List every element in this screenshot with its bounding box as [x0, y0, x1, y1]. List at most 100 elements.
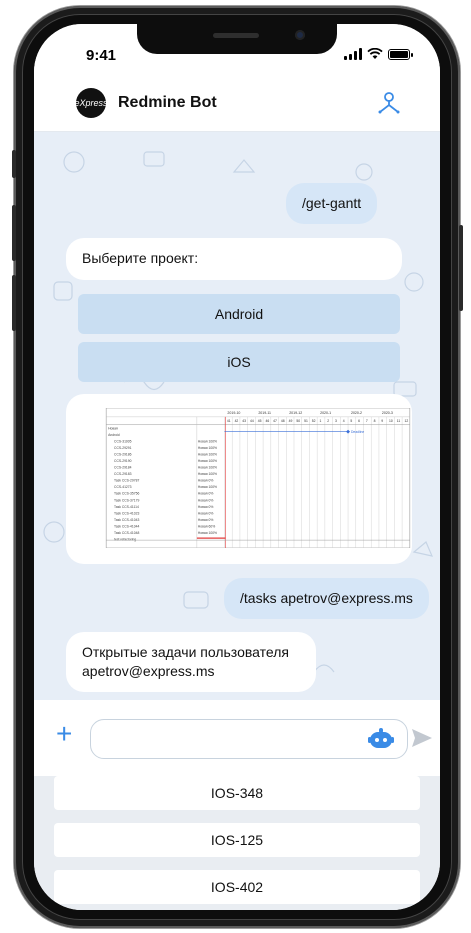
volume-up-button [12, 205, 16, 261]
gantt-task-name: CCS-29184 [114, 466, 132, 470]
gantt-task-status: Новая 0% [198, 498, 213, 502]
battery-icon [388, 49, 413, 60]
message-input[interactable] [90, 719, 408, 759]
gantt-week-label: 9 [381, 419, 383, 423]
volume-down-button [12, 275, 16, 331]
gantt-task-name: Новая [108, 427, 118, 431]
gantt-task-name: CCS-29190 [114, 459, 132, 463]
gantt-week-label: 50 [296, 419, 300, 423]
gantt-week-label: 3 [335, 419, 337, 423]
gantt-task-name: CCS-29183 [114, 472, 132, 476]
gantt-task-name: test refactoring [114, 537, 136, 541]
gantt-task-status: Новая 60% [198, 524, 215, 528]
gantt-task-name: Task CCS-37179 [114, 498, 139, 502]
notch [137, 24, 337, 54]
gantt-task-status: Новая 0% [198, 511, 213, 515]
gantt-week-label: 10 [389, 419, 393, 423]
gantt-week-label: 42 [235, 419, 239, 423]
gantt-task-status: Новая 0% [198, 518, 213, 522]
incoming-message-choose-project: Выберите проект: [66, 238, 402, 280]
bot-face-icon[interactable] [368, 728, 394, 750]
gantt-task-name: CCS-41273 [114, 485, 132, 489]
gantt-week-label: 44 [250, 419, 254, 423]
gantt-task-status: Новая 100% [198, 485, 217, 489]
gantt-task-name: CCS-29291 [114, 446, 132, 450]
gantt-task-status: Новая 0% [198, 492, 213, 496]
chat-header: eXpress Redmine Bot [34, 74, 440, 132]
front-camera [295, 30, 305, 40]
gantt-week-label: 1 [320, 419, 322, 423]
gantt-week-label: 41 [227, 419, 231, 423]
gantt-week-label: 5 [350, 419, 352, 423]
gantt-week-label: 52 [312, 419, 316, 423]
gantt-week-label: 4 [343, 419, 345, 423]
reply-button-ios-348[interactable]: IOS-348 [54, 776, 420, 810]
gantt-month-label: 2020-1 [320, 411, 331, 415]
gantt-week-label: 11 [397, 419, 401, 423]
gantt-month-label: 2020-3 [382, 411, 393, 415]
reply-button-ios-402[interactable]: IOS-402 [54, 870, 420, 904]
gantt-task-status: Новая 100% [198, 440, 217, 444]
gantt-week-label: 43 [242, 419, 246, 423]
gantt-task-name: CCS-31005 [114, 440, 132, 444]
plus-icon[interactable]: + [56, 720, 72, 748]
gantt-month-label: 2019-11 [258, 411, 271, 415]
gantt-task-status: Новая 0% [198, 479, 213, 483]
project-button-ios[interactable]: iOS [78, 342, 400, 382]
gantt-task-status: Новая 100% [198, 453, 217, 457]
outgoing-message-gantt: /get-gantt [286, 183, 378, 224]
gantt-frame [105, 408, 411, 548]
gantt-task-status: Новая 0% [198, 505, 213, 509]
gantt-month-label: 2020-2 [351, 411, 362, 415]
gantt-week-label: 48 [281, 419, 285, 423]
status-time: 9:41 [86, 47, 117, 64]
people-icon[interactable] [376, 90, 402, 116]
gantt-milestone-label: Deadline [351, 430, 364, 434]
gantt-week-label: 12 [404, 419, 408, 423]
gantt-task-name: Task CCS-41048 [114, 531, 139, 535]
gantt-image-message[interactable]: 2019-10 2019-11 2019-12 2020-1 2020-2 2020-3 4… [66, 394, 412, 564]
gantt-task-name: Task CCS-41114 [114, 505, 139, 509]
gantt-task-name: Android [108, 433, 120, 437]
gantt-task-status: Новая 100% [198, 459, 217, 463]
gantt-week-label: 7 [366, 419, 368, 423]
gantt-week-label: 2 [327, 419, 329, 423]
mute-switch [12, 150, 16, 178]
gantt-month-label: 2019-12 [289, 411, 302, 415]
gantt-week-label: 6 [358, 419, 360, 423]
gantt-week-label: 49 [289, 419, 293, 423]
signal-icon [344, 48, 362, 60]
gantt-task-name: Task CCS-29787 [114, 479, 139, 483]
incoming-message-open-tasks: Открытые задачи пользователя apetrov@exp… [66, 632, 316, 692]
gantt-task-name: Task CCS-35756 [114, 492, 139, 496]
gantt-week-label: 8 [374, 419, 376, 423]
gantt-task-name: Task CCS-41043 [114, 518, 139, 522]
gantt-week-label: 51 [304, 419, 308, 423]
chat-title[interactable]: Redmine Bot [118, 94, 217, 112]
gantt-task-status: Новая 100% [198, 466, 217, 470]
project-button-android[interactable]: Android [78, 294, 400, 334]
gantt-task-status: Новая 100% [198, 446, 217, 450]
reply-keyboard: IOS-348 IOS-125 IOS-402 [34, 776, 440, 910]
outgoing-message-tasks: /tasks apetrov@express.ms [224, 578, 429, 619]
gantt-task-name: Task CCS-41023 [114, 511, 139, 515]
wifi-icon [367, 48, 383, 59]
gantt-week-label: 46 [265, 419, 269, 423]
gantt-task-status: Новая 100% [198, 472, 217, 476]
gantt-task-status: Новая 100% [198, 531, 217, 535]
gantt-task-name: Task CCS-41044 [114, 524, 139, 528]
message-composer: + [34, 700, 440, 776]
power-button [459, 225, 463, 311]
bot-avatar[interactable]: eXpress [74, 88, 108, 118]
gantt-month-label: 2019-10 [227, 411, 240, 415]
gantt-chart: 2019-10 2019-11 2019-12 2020-1 2020-2 2020-3 4… [105, 408, 411, 548]
gantt-week-label: 47 [273, 419, 277, 423]
gantt-week-label: 45 [258, 419, 262, 423]
send-icon[interactable] [410, 726, 434, 750]
phone-screen: 9:41 eXpress Redmine Bot /get-gantt Выбе… [34, 24, 440, 910]
reply-button-ios-125[interactable]: IOS-125 [54, 823, 420, 857]
chat-messages[interactable]: /get-gantt Выберите проект: Android iOS … [34, 132, 440, 700]
gantt-task-name: CCS-29186 [114, 453, 132, 457]
speaker [213, 33, 259, 38]
status-icons [344, 48, 413, 60]
